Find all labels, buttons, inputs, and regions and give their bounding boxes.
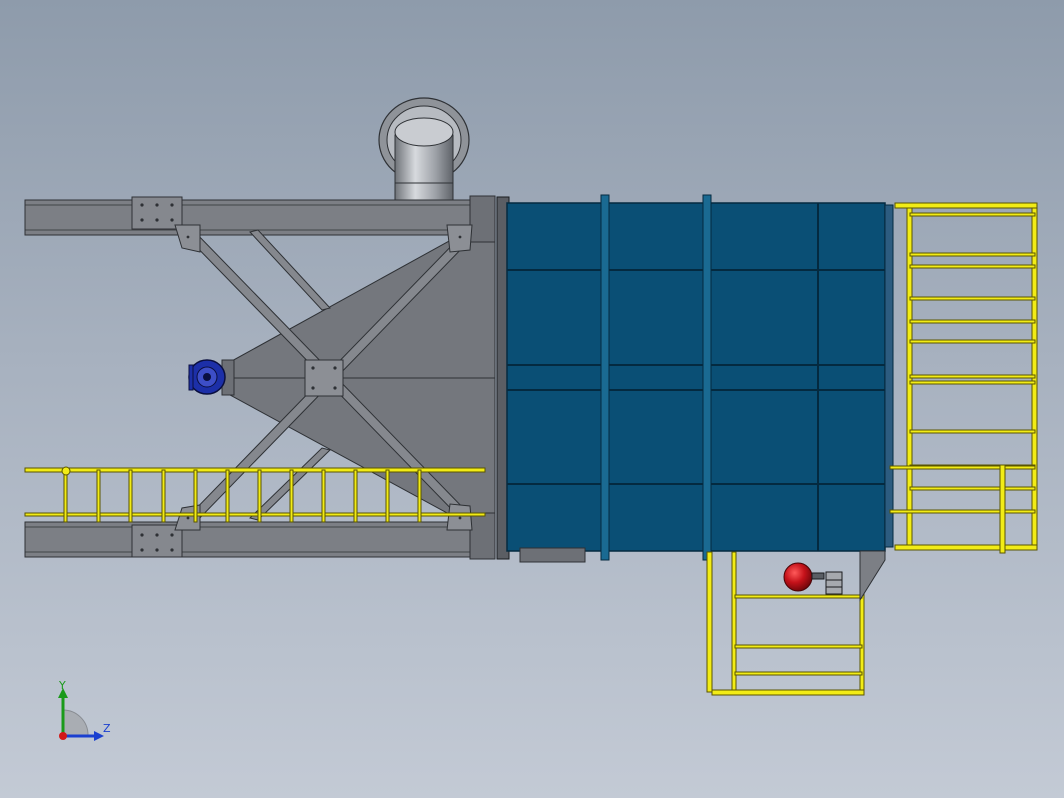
- outlet-flange: [188, 359, 235, 396]
- support-bracket: [859, 550, 886, 602]
- inlet-duct: [378, 97, 470, 201]
- triad-z-label: Z: [103, 722, 111, 735]
- triad-y-label: Y: [59, 679, 66, 692]
- cad-viewport[interactable]: Y Z: [0, 0, 1064, 798]
- center-gusset: [304, 359, 344, 397]
- red-sphere: [783, 562, 843, 595]
- model-canvas: [24, 97, 1038, 741]
- blue-tank: [496, 194, 894, 563]
- coordinate-triad-icon: [58, 688, 104, 741]
